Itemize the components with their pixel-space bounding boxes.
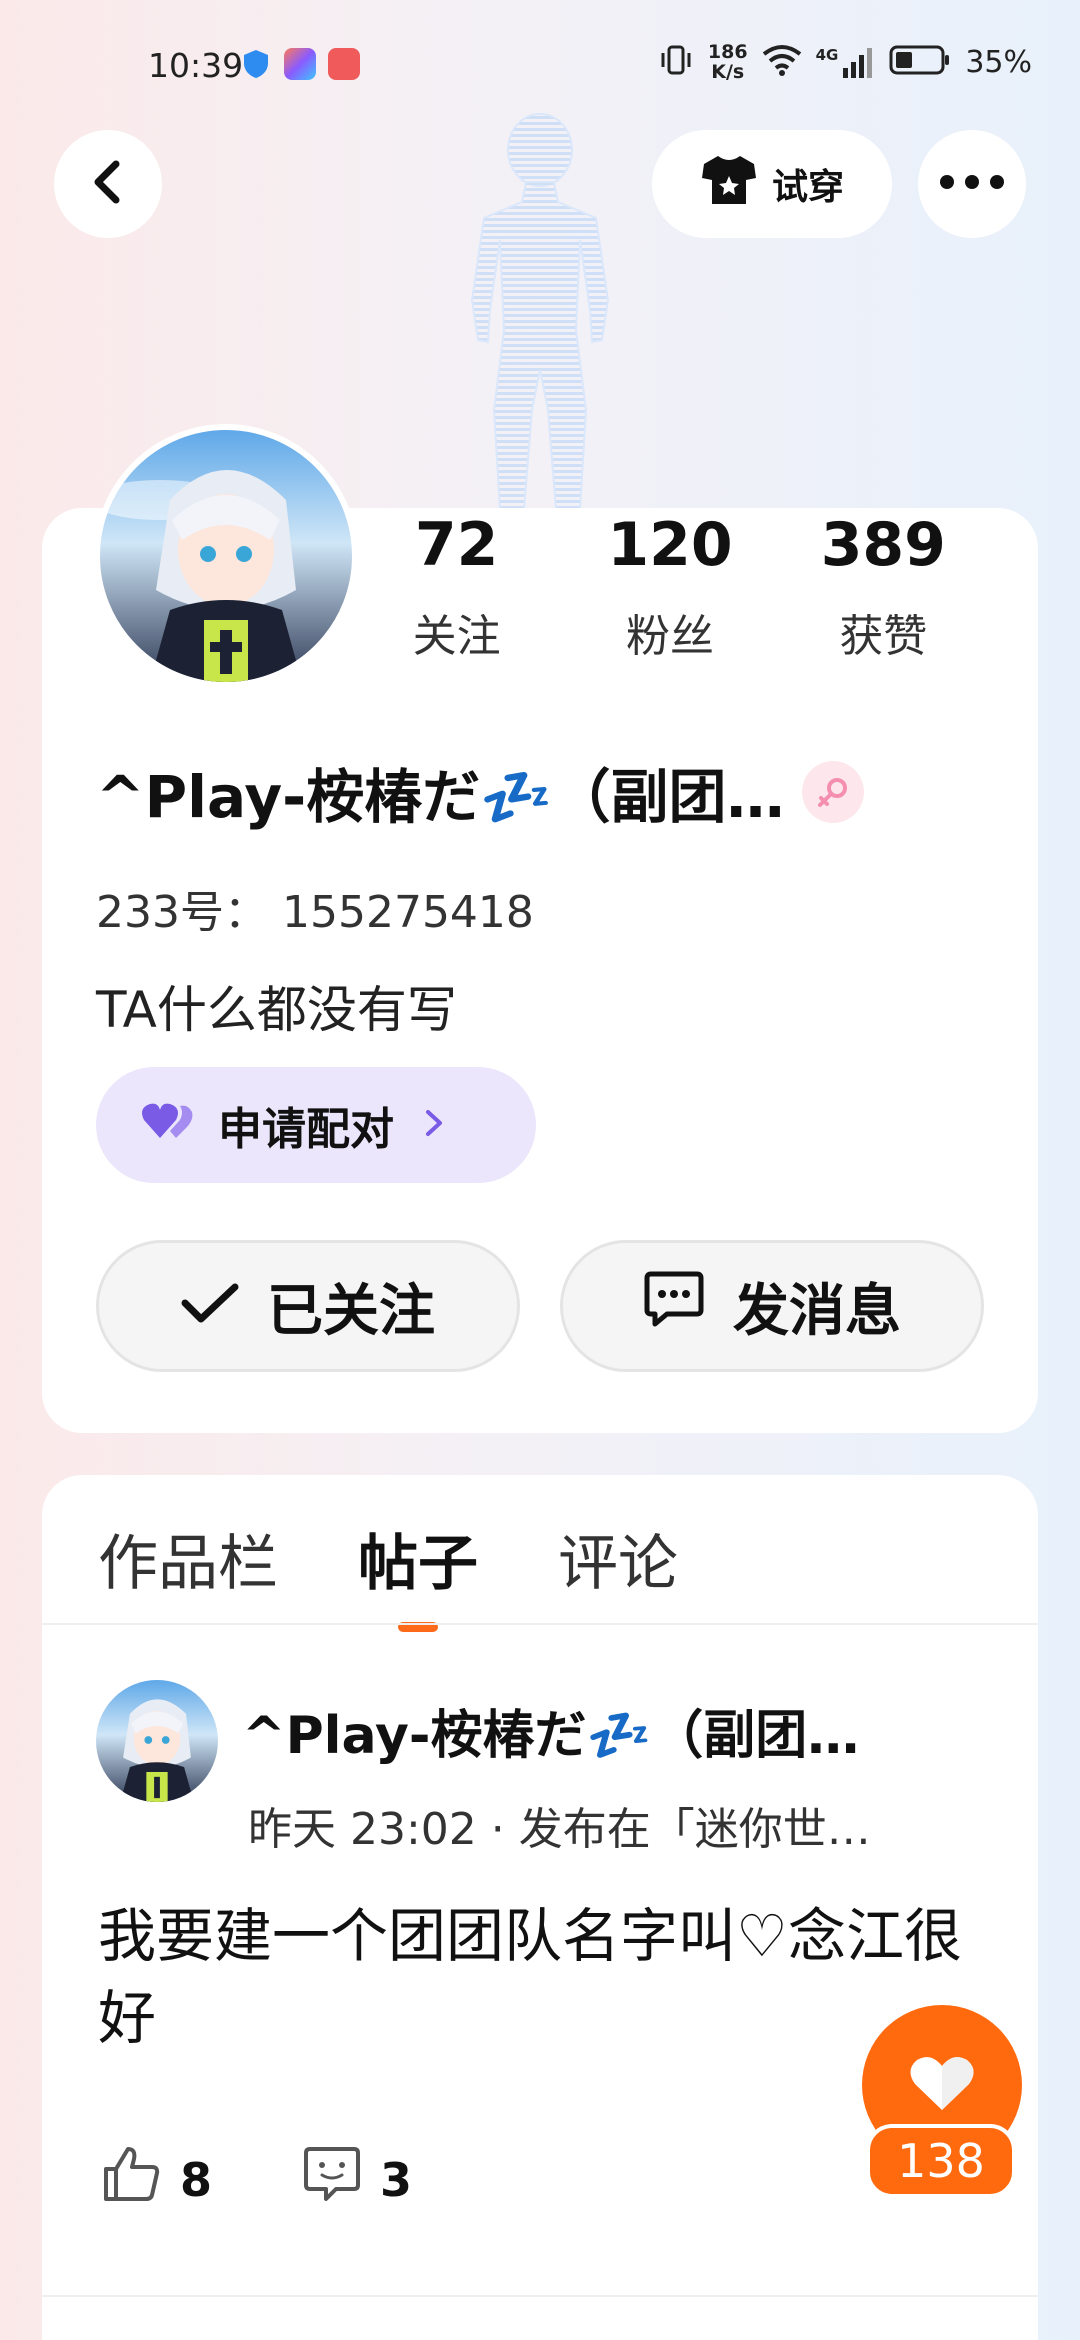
battery-icon [889, 44, 951, 80]
profile-stats: 72 关注 120 粉丝 389 获赞 [350, 510, 990, 664]
post-author-avatar[interactable] [96, 1680, 218, 1802]
tab-posts[interactable]: 帖子 [358, 1515, 478, 1632]
comment-icon [302, 2145, 362, 2214]
tab-label: 评论 [558, 1529, 678, 1599]
user-bio: TA什么都没有写 [96, 981, 457, 1039]
wifi-icon [762, 44, 802, 80]
avatar-3d-silhouette [430, 110, 650, 511]
tab-label: 帖子 [358, 1529, 478, 1599]
chevron-left-icon [88, 158, 128, 210]
cellular-signal-icon: 4G [816, 46, 876, 78]
try-on-label: 试穿 [771, 167, 844, 208]
comment-button[interactable]: 3 [302, 2145, 412, 2214]
checkmark-icon [181, 1274, 239, 1339]
stat-label: 粉丝 [625, 611, 714, 662]
status-indicators: 186 K/s 4G 35% [658, 42, 1032, 82]
vibrate-icon [658, 43, 694, 81]
chevron-right-icon [424, 1102, 444, 1148]
username: ^Play-桉椿だ💤（副团… [96, 763, 785, 831]
more-options-button[interactable] [918, 130, 1026, 238]
stat-following[interactable]: 72 关注 [367, 510, 547, 664]
send-message-button[interactable]: 发消息 [560, 1240, 984, 1372]
username-row: ^Play-桉椿だ💤（副团… [96, 750, 996, 834]
request-pair-label: 申请配对 [218, 1104, 394, 1155]
battery-percent: 35% [965, 44, 1032, 80]
tshirt-icon [700, 154, 758, 215]
security-shield-icon [240, 48, 272, 80]
stat-value: 389 [820, 510, 946, 580]
tab-divider [42, 1623, 1038, 1625]
chat-bubble-icon [643, 1270, 705, 1342]
followed-button[interactable]: 已关注 [96, 1240, 520, 1372]
double-heart-icon [140, 1098, 196, 1153]
stat-likes-received[interactable]: 389 获赞 [793, 510, 973, 664]
followed-label: 已关注 [267, 1278, 435, 1344]
try-on-button[interactable]: 试穿 [652, 130, 892, 238]
profile-avatar[interactable] [94, 424, 358, 688]
avatar-illustration [100, 470, 302, 682]
post-meta: 昨天 23:02 · 发布在「迷你世… [248, 1804, 871, 1855]
female-gender-icon [802, 761, 865, 823]
like-button[interactable]: 8 [102, 2145, 212, 2214]
post-author-name[interactable]: ^Play-桉椿だ💤（副团… [242, 1693, 1002, 1768]
stat-value: 120 [607, 510, 733, 580]
floating-like-count: 138 [866, 2124, 1016, 2198]
like-count: 8 [180, 2152, 213, 2207]
posts-card: 作品栏 帖子 评论 ^Play-桉椿だ💤（副团… 昨天 23:02 · 发布在「… [42, 1475, 1038, 2340]
send-message-label: 发消息 [733, 1278, 901, 1344]
tab-comments[interactable]: 评论 [558, 1515, 678, 1602]
huawei-notification-icon [328, 48, 360, 80]
avatar-illustration [120, 1699, 194, 1802]
stat-label: 获赞 [839, 611, 928, 662]
post-actions: 8 3 [102, 2145, 412, 2214]
back-button[interactable] [54, 130, 162, 238]
stat-followers[interactable]: 120 粉丝 [580, 510, 760, 664]
user-id: 233号： 155275418 [96, 887, 534, 938]
content-tabs: 作品栏 帖子 评论 [98, 1515, 678, 1632]
stat-value: 72 [414, 510, 499, 580]
thumbs-up-icon [102, 2145, 162, 2214]
post-divider [42, 2295, 1038, 2297]
post-body[interactable]: 我要建一个团团队名字叫♡念江很好 [98, 1895, 978, 2059]
tab-label: 作品栏 [98, 1529, 278, 1599]
request-pair-button[interactable]: 申请配对 [96, 1067, 536, 1183]
status-time: 10:39 [148, 46, 244, 85]
app-notification-icon [284, 48, 316, 80]
network-speed: 186 K/s [707, 41, 748, 83]
stat-label: 关注 [412, 611, 501, 662]
tab-works[interactable]: 作品栏 [98, 1515, 278, 1602]
comment-count: 3 [380, 2152, 413, 2207]
heart-icon [907, 2052, 977, 2118]
more-dots-icon [939, 174, 1005, 194]
